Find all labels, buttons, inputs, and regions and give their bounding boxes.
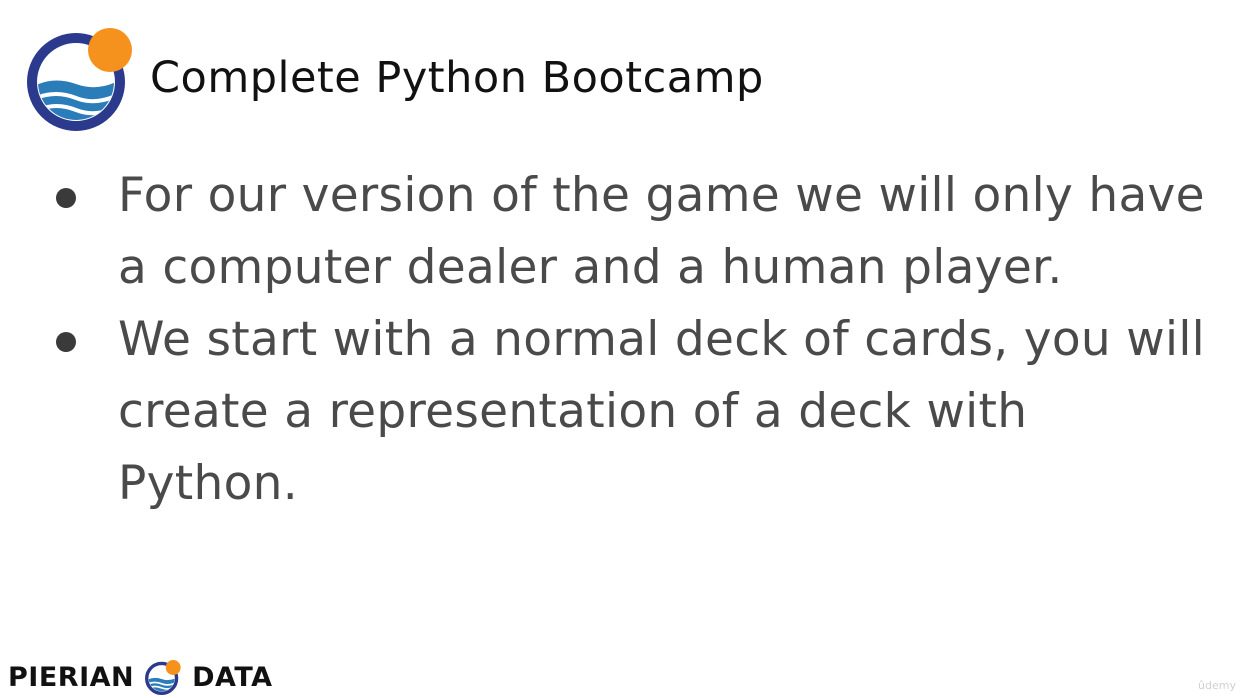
bullet-text: We start with a normal deck of cards, yo…	[118, 312, 1206, 511]
bullet-item: We start with a normal deck of cards, yo…	[52, 304, 1222, 520]
footer-brand-left: PIERIAN	[8, 661, 135, 693]
slide-header: Complete Python Bootcamp	[24, 22, 764, 134]
bullet-list: For our version of the game we will only…	[52, 160, 1222, 520]
pierian-data-logo-icon	[27, 28, 132, 131]
udemy-watermark: ûdemy	[1198, 679, 1236, 692]
pierian-data-logo-icon	[145, 660, 181, 695]
footer-brand: PIERIAN DATA	[8, 658, 273, 696]
course-title: Complete Python Bootcamp	[150, 53, 764, 103]
footer-brand-right: DATA	[192, 661, 273, 693]
bullet-item: For our version of the game we will only…	[52, 160, 1222, 304]
bullet-dot-icon	[56, 332, 76, 352]
bullet-dot-icon	[56, 188, 76, 208]
bullet-text: For our version of the game we will only…	[118, 168, 1205, 295]
